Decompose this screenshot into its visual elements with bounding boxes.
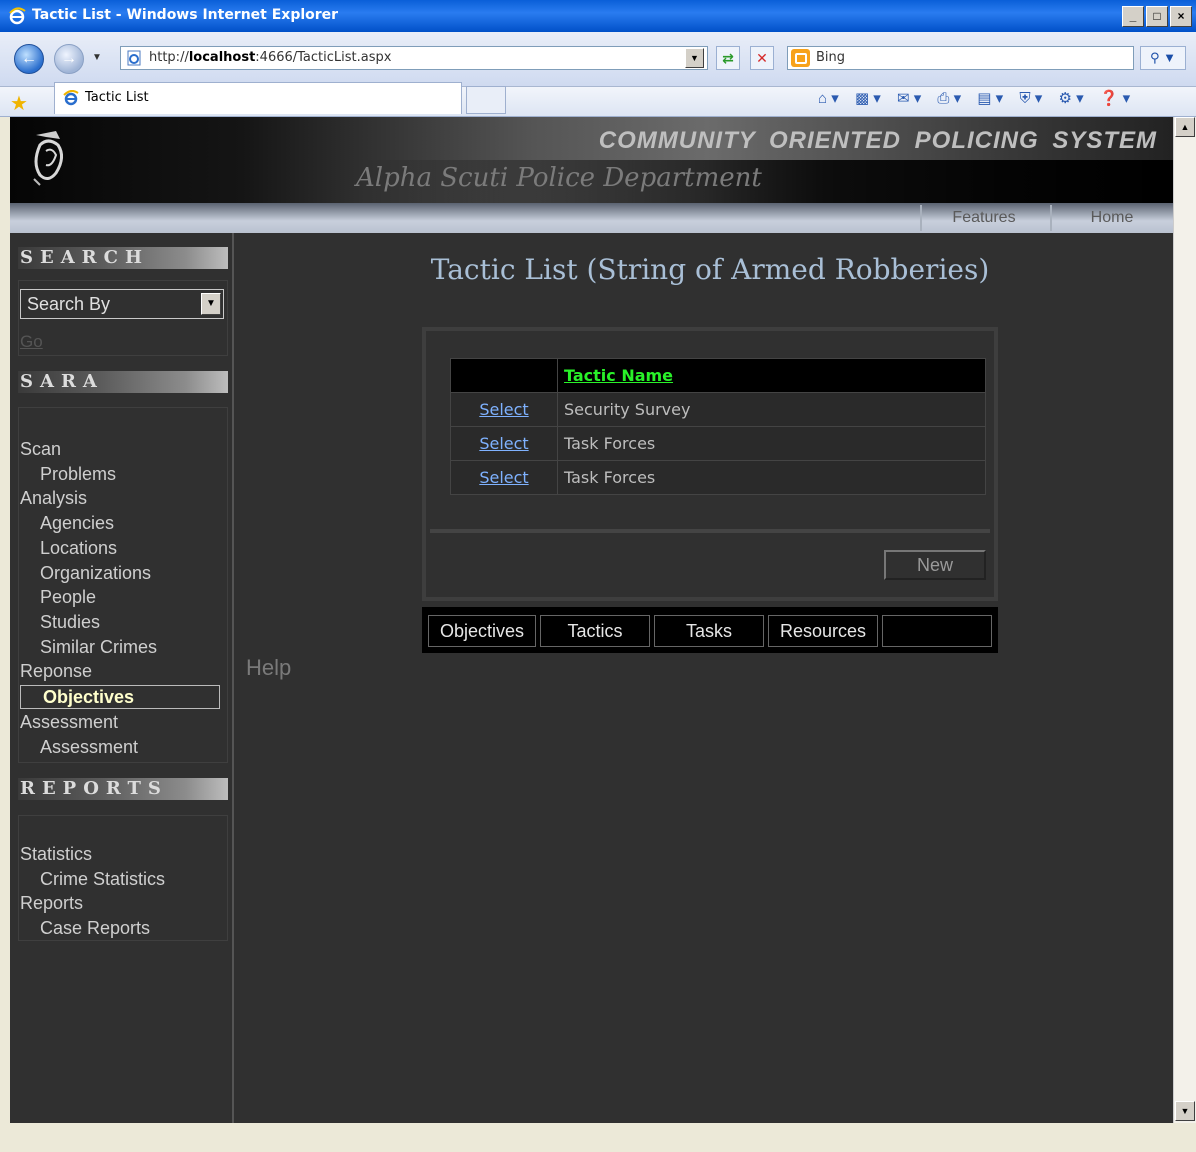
- select-link[interactable]: Select: [479, 400, 528, 419]
- sidebar-item-case-reports[interactable]: Case Reports: [20, 916, 165, 941]
- search-engine-label: Bing: [816, 50, 846, 65]
- tab-objectives[interactable]: Objectives: [428, 615, 536, 647]
- browser-tab[interactable]: Tactic List: [54, 82, 462, 114]
- sidebar-item-people[interactable]: People: [20, 585, 220, 610]
- safety-icon[interactable]: ⛨ ▾: [1019, 90, 1042, 107]
- scroll-down-icon[interactable]: ▼: [1175, 1101, 1195, 1121]
- back-button[interactable]: ←: [14, 44, 44, 74]
- window-title: Tactic List - Windows Internet Explorer: [32, 7, 339, 23]
- minimize-button[interactable]: _: [1122, 6, 1144, 27]
- forward-button[interactable]: →: [54, 44, 84, 74]
- panel-divider: [430, 529, 990, 533]
- page-viewport: COMMUNITY ORIENTED POLICING SYSTEM Alpha…: [10, 117, 1173, 1123]
- tactic-name-cell: Security Survey: [557, 392, 986, 427]
- favorites-star-icon[interactable]: ★: [10, 91, 28, 116]
- tactic-table: Tactic Name Select Security Survey Selec…: [450, 358, 986, 495]
- tab-empty[interactable]: [882, 615, 992, 647]
- sara-menu: Scan Problems Analysis Agencies Location…: [20, 437, 220, 759]
- nav-home-link[interactable]: Home: [1050, 205, 1172, 231]
- tab-ie-icon: [63, 90, 79, 106]
- scroll-up-icon[interactable]: ▲: [1175, 117, 1195, 137]
- vertical-scrollbar[interactable]: ▲ ▼: [1173, 117, 1196, 1123]
- feeds-icon[interactable]: ▩ ▾: [855, 90, 881, 107]
- browser-search-input[interactable]: Bing: [787, 46, 1134, 70]
- sara-heading: SARA: [18, 371, 228, 393]
- tab-tactics[interactable]: Tactics: [540, 615, 650, 647]
- sidebar-item-scan[interactable]: Scan: [20, 437, 220, 462]
- department-name: Alpha Scuti Police Department: [356, 163, 762, 193]
- url-path: :4666/TacticList.aspx: [255, 50, 392, 65]
- chevron-down-icon[interactable]: ▼: [201, 293, 221, 315]
- table-row: Select Task Forces: [450, 426, 986, 461]
- select-link[interactable]: Select: [479, 468, 528, 487]
- section-tabs: Objectives Tactics Tasks Resources: [422, 607, 998, 653]
- sidebar-item-statistics[interactable]: Statistics: [20, 842, 165, 867]
- help-icon[interactable]: ❓ ▾: [1100, 90, 1130, 107]
- command-bar: ⌂ ▾ ▩ ▾ ✉ ▾ ⎙ ▾ ▤ ▾ ⛨ ▾ ⚙ ▾ ❓ ▾: [818, 89, 1142, 113]
- stop-icon[interactable]: ✕: [750, 46, 774, 70]
- system-title: COMMUNITY ORIENTED POLICING SYSTEM: [598, 127, 1157, 154]
- window-titlebar: Tactic List - Windows Internet Explorer …: [0, 0, 1196, 32]
- url-dropdown-button[interactable]: ▼: [685, 48, 704, 68]
- search-go-link[interactable]: Go: [20, 332, 43, 352]
- sidebar-item-organizations[interactable]: Organizations: [20, 561, 220, 586]
- tactic-name-cell: Task Forces: [557, 460, 986, 495]
- tab-tasks[interactable]: Tasks: [654, 615, 764, 647]
- tactic-name-sort-link[interactable]: Tactic Name: [564, 366, 673, 385]
- table-row: Select Task Forces: [450, 460, 986, 495]
- help-link[interactable]: Help: [246, 655, 291, 681]
- sidebar-item-reports[interactable]: Reports: [20, 891, 165, 916]
- home-icon[interactable]: ⌂ ▾: [818, 90, 839, 107]
- url-prefix: http://: [149, 50, 189, 65]
- sidebar-item-analysis[interactable]: Analysis: [20, 486, 220, 511]
- sidebar-item-agencies[interactable]: Agencies: [20, 511, 220, 536]
- sidebar-item-assessment-sub[interactable]: Assessment: [20, 735, 220, 760]
- search-by-value: Search By: [27, 294, 111, 314]
- mail-icon[interactable]: ✉ ▾: [897, 90, 921, 107]
- tactic-name-cell: Task Forces: [557, 426, 986, 461]
- sidebar-item-locations[interactable]: Locations: [20, 536, 220, 561]
- sidebar-item-crime-statistics[interactable]: Crime Statistics: [20, 867, 165, 892]
- table-row: Select Security Survey: [450, 392, 986, 427]
- sidebar-item-problems[interactable]: Problems: [20, 462, 220, 487]
- reports-heading: REPORTS: [18, 778, 228, 800]
- reports-menu: Statistics Crime Statistics Reports Case…: [20, 842, 165, 941]
- tactic-list-panel: Tactic Name Select Security Survey Selec…: [422, 327, 998, 601]
- sidebar-item-assessment[interactable]: Assessment: [20, 710, 220, 735]
- department-logo-icon: [33, 131, 63, 186]
- bing-icon: [791, 49, 810, 67]
- sidebar-item-reponse[interactable]: Reponse: [20, 659, 220, 684]
- print-icon[interactable]: ⎙ ▾: [937, 90, 961, 107]
- search-heading: SEARCH: [18, 247, 228, 269]
- url-host: localhost: [188, 50, 256, 65]
- maximize-button[interactable]: □: [1146, 6, 1168, 27]
- sidebar-item-objectives-selected[interactable]: Objectives: [20, 685, 220, 710]
- tab-resources[interactable]: Resources: [768, 615, 878, 647]
- sidebar-item-similar-crimes[interactable]: Similar Crimes: [20, 635, 220, 660]
- page-menu-icon[interactable]: ▤ ▾: [977, 90, 1003, 107]
- tools-gear-icon[interactable]: ⚙ ▾: [1058, 90, 1083, 107]
- search-go-icon[interactable]: ⚲ ▼: [1140, 46, 1186, 70]
- table-header-row: Tactic Name: [450, 358, 986, 393]
- sidebar-item-studies[interactable]: Studies: [20, 610, 220, 635]
- close-window-button[interactable]: ×: [1170, 6, 1192, 27]
- search-by-select[interactable]: Search By ▼: [20, 289, 224, 319]
- url-input[interactable]: http://localhost:4666/TacticList.aspx: [120, 46, 708, 70]
- nav-features-link[interactable]: Features: [920, 205, 1046, 231]
- new-tactic-button[interactable]: New: [884, 550, 986, 580]
- compatibility-icon[interactable]: ⇄: [716, 46, 740, 70]
- ie-logo-icon: [9, 7, 26, 25]
- history-dropdown-icon[interactable]: ▼: [92, 52, 102, 63]
- tab-title: Tactic List: [85, 90, 149, 105]
- select-link[interactable]: Select: [479, 434, 528, 453]
- status-bar: [0, 1123, 1196, 1152]
- page-title: Tactic List (String of Armed Robberies): [430, 253, 990, 286]
- page-icon: [127, 50, 141, 66]
- site-banner: COMMUNITY ORIENTED POLICING SYSTEM Alpha…: [10, 117, 1173, 203]
- new-tab-button[interactable]: [466, 86, 506, 114]
- top-nav: Features Home: [10, 203, 1173, 233]
